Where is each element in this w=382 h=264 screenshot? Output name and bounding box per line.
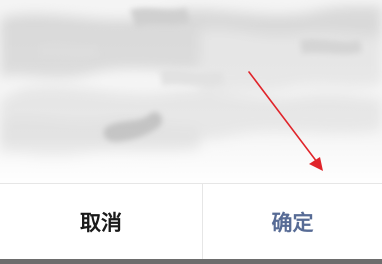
bottom-bar <box>0 259 382 264</box>
dialog-content-area <box>0 0 382 183</box>
dialog-button-row: 取消 确定 <box>0 183 382 259</box>
cancel-button[interactable]: 取消 <box>0 184 203 259</box>
confirm-button[interactable]: 确定 <box>203 184 382 259</box>
cancel-button-label: 取消 <box>80 210 122 235</box>
confirm-dialog: 取消 确定 <box>0 0 382 264</box>
confirm-button-label: 确定 <box>271 210 314 235</box>
red-annotation-arrow <box>248 71 323 171</box>
